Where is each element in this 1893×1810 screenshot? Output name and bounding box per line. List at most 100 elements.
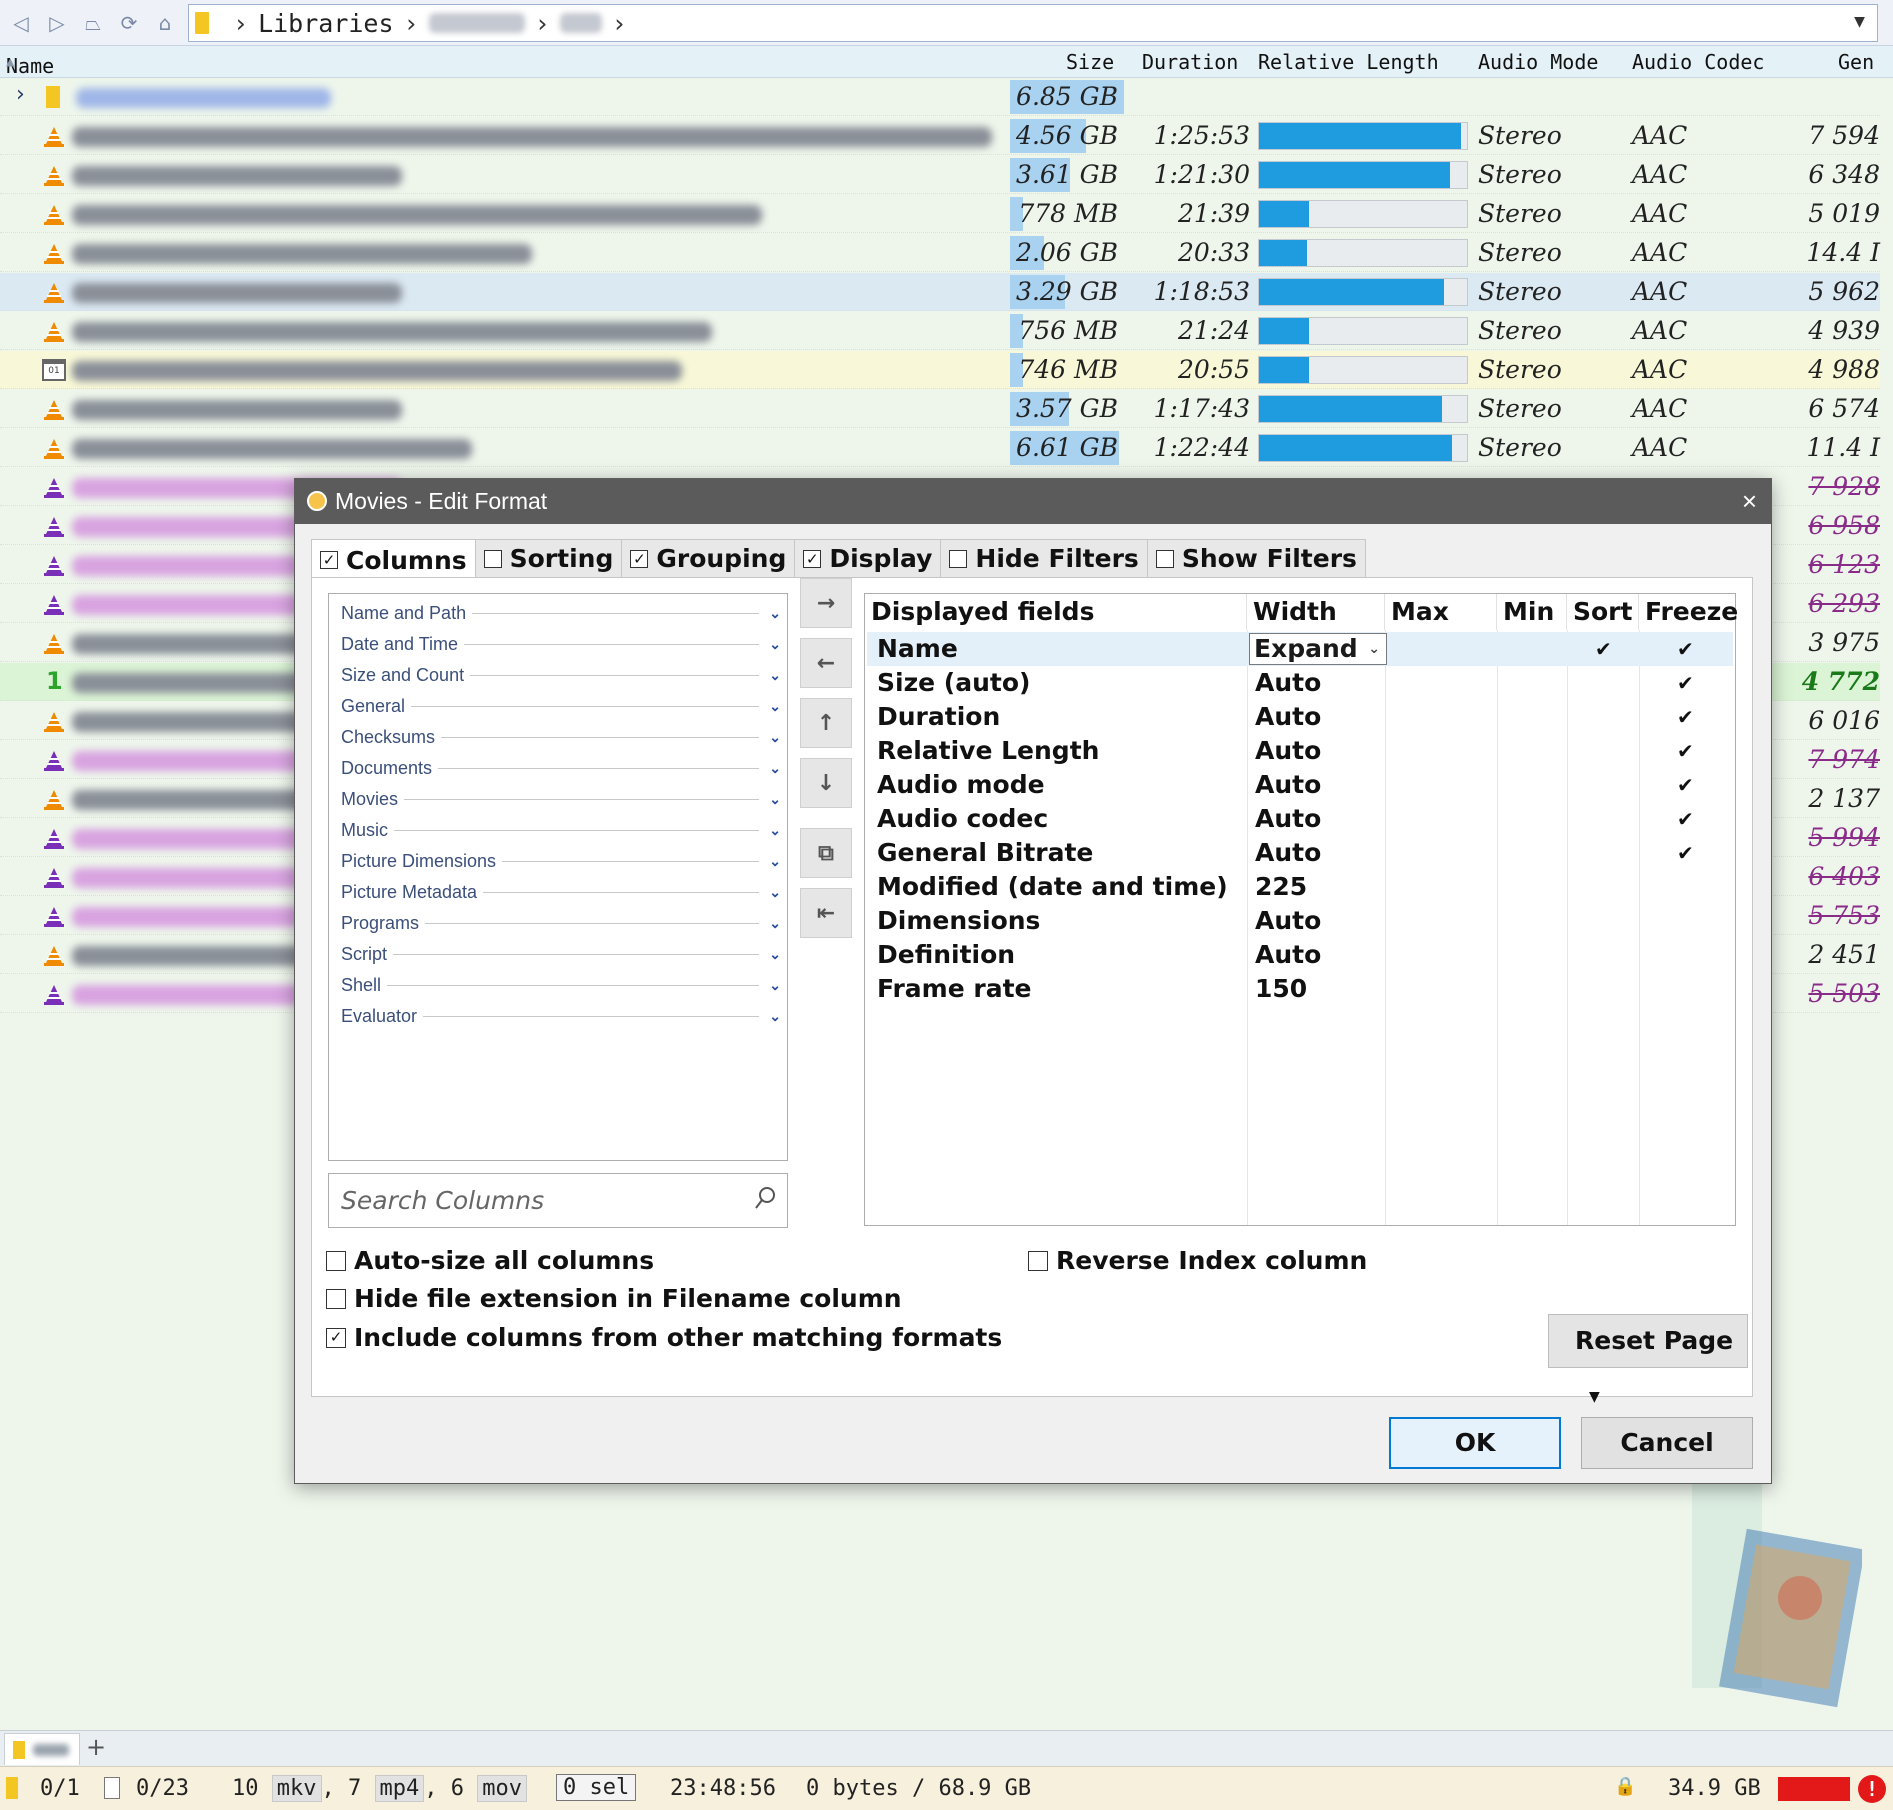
chevron-down-icon[interactable]: ⌄ (769, 884, 781, 901)
category-shell[interactable]: Shell ⌄ (341, 970, 781, 1000)
category-movies[interactable]: Movies ⌄ (341, 784, 781, 814)
expand-left-icon[interactable]: ⇤ (800, 888, 852, 938)
file-row[interactable]: 6.61 GB 1:22:44 Stereo AAC 11.4 I (0, 429, 1880, 467)
field-row[interactable]: Audio mode Auto ✔ (867, 768, 1733, 802)
file-row[interactable]: 01 746 MB 20:55 Stereo AAC 4 988 (0, 351, 1880, 389)
remove-left-icon[interactable]: ← (800, 638, 852, 688)
width-value[interactable]: Auto (1255, 904, 1321, 938)
width-value[interactable]: Auto (1255, 836, 1321, 870)
add-tab-icon[interactable]: + (86, 1733, 106, 1761)
field-row[interactable]: Duration Auto ✔ (867, 700, 1733, 734)
refresh-icon[interactable]: ⟳ (114, 8, 144, 38)
column-duration[interactable]: Duration (1142, 50, 1238, 74)
close-icon[interactable]: × (1742, 479, 1757, 524)
tab-show-filters[interactable]: Show Filters (1146, 539, 1366, 577)
back-icon[interactable]: ◁ (6, 8, 36, 38)
file-row[interactable]: 4.56 GB 1:25:53 Stereo AAC 7 594 (0, 117, 1880, 155)
selection-count[interactable]: 0 sel (556, 1774, 637, 1801)
folder-tab[interactable] (4, 1733, 80, 1765)
column-audio-codec[interactable]: Audio Codec (1632, 50, 1764, 74)
category-picture-metadata[interactable]: Picture Metadata ⌄ (341, 877, 781, 907)
width-value[interactable]: 150 (1255, 972, 1307, 1006)
tab-checkbox[interactable] (483, 549, 502, 568)
tab-sorting[interactable]: Sorting (474, 539, 623, 577)
file-row[interactable]: 2.06 GB 20:33 Stereo AAC 14.4 I (0, 234, 1880, 272)
field-row[interactable]: Frame rate 150 (867, 972, 1733, 1006)
column-relative-length[interactable]: Relative Length (1258, 50, 1439, 74)
breadcrumb-blurred-item[interactable] (559, 13, 602, 33)
freeze-check-icon[interactable]: ✔ (1677, 836, 1694, 870)
move-down-icon[interactable]: ↓ (800, 758, 852, 808)
file-name-blurred[interactable] (72, 400, 402, 420)
column-size[interactable]: Size (1066, 50, 1114, 74)
chevron-down-icon[interactable]: ⌄ (769, 977, 781, 994)
chevron-down-icon[interactable]: ⌄ (769, 605, 781, 622)
tab-checkbox[interactable] (949, 549, 968, 568)
chevron-down-icon[interactable]: ⌄ (1368, 634, 1380, 664)
add-right-icon[interactable]: → (800, 578, 852, 628)
category-picture-dimensions[interactable]: Picture Dimensions ⌄ (341, 846, 781, 876)
file-name-blurred[interactable] (72, 283, 402, 303)
field-row[interactable]: Relative Length Auto ✔ (867, 734, 1733, 768)
checkbox-box[interactable] (1028, 1250, 1048, 1271)
chevron-down-icon[interactable]: ⌄ (769, 915, 781, 932)
file-name-blurred[interactable] (72, 244, 532, 264)
field-row[interactable]: Definition Auto (867, 938, 1733, 972)
tab-checkbox[interactable]: ✓ (630, 549, 649, 568)
header-displayed-fields[interactable]: Displayed fields (865, 594, 1247, 630)
header-width[interactable]: Width (1247, 594, 1385, 630)
move-up-icon[interactable]: ↑ (800, 698, 852, 748)
file-row[interactable]: 756 MB 21:24 Stereo AAC 4 939 (0, 312, 1880, 350)
freeze-check-icon[interactable]: ✔ (1677, 666, 1694, 700)
header-sort[interactable]: Sort (1567, 594, 1639, 630)
home-icon[interactable]: ⌂ (150, 8, 180, 38)
chevron-down-icon[interactable]: ⌄ (769, 822, 781, 839)
file-name-blurred[interactable] (72, 205, 762, 225)
search-columns-input[interactable]: Search Columns (328, 1173, 788, 1228)
mkv-badge[interactable]: mkv (271, 1775, 322, 1802)
include-columns-checkbox[interactable]: ✓ Include columns from other matching fo… (326, 1323, 1002, 1352)
tab-checkbox[interactable]: ✓ (320, 551, 338, 569)
cancel-button[interactable]: Cancel (1581, 1417, 1753, 1469)
mov-badge[interactable]: mov (477, 1775, 527, 1802)
expand-chevron-icon[interactable]: › (16, 82, 25, 107)
width-value[interactable]: Auto (1255, 734, 1321, 768)
field-row[interactable]: Size (auto) Auto ✔ (867, 666, 1733, 700)
category-programs[interactable]: Programs ⌄ (341, 908, 781, 938)
search-icon[interactable] (755, 1186, 777, 1212)
chevron-down-icon[interactable]: ⌄ (769, 636, 781, 653)
column-general[interactable]: Gen (1838, 50, 1874, 74)
hide-extension-checkbox[interactable]: Hide file extension in Filename column (326, 1284, 902, 1313)
field-row[interactable]: Dimensions Auto (867, 904, 1733, 938)
tab-hide-filters[interactable]: Hide Filters (940, 539, 1148, 577)
chevron-down-icon[interactable]: ⌄ (769, 791, 781, 808)
folder-row[interactable]: › 6.85 GB (0, 78, 1880, 116)
file-name-blurred[interactable] (76, 88, 331, 108)
chevron-down-icon[interactable]: ⌄ (769, 946, 781, 963)
width-dropdown[interactable]: Expand ⌄ (1249, 633, 1387, 665)
chevron-down-icon[interactable]: ⌄ (769, 729, 781, 746)
category-script[interactable]: Script ⌄ (341, 939, 781, 969)
file-name-blurred[interactable] (72, 166, 402, 186)
freeze-check-icon[interactable]: ✔ (1677, 768, 1694, 802)
file-row[interactable]: 778 MB 21:39 Stereo AAC 5 019 (0, 195, 1880, 233)
file-name-blurred[interactable] (72, 361, 682, 381)
category-music[interactable]: Music ⌄ (341, 815, 781, 845)
dialog-titlebar[interactable]: Movies - Edit Format × (295, 479, 1771, 524)
tab-checkbox[interactable] (1155, 549, 1174, 568)
chevron-down-icon[interactable]: ⌄ (769, 1008, 781, 1025)
freeze-check-icon[interactable]: ✔ (1677, 632, 1694, 666)
file-name-blurred[interactable] (72, 439, 472, 459)
auto-size-checkbox[interactable]: Auto-size all columns (326, 1246, 654, 1275)
checkbox-box[interactable]: ✓ (326, 1327, 346, 1348)
file-name-blurred[interactable] (72, 322, 712, 342)
tab-checkbox[interactable]: ✓ (803, 549, 822, 568)
chevron-down-icon[interactable]: ⌄ (769, 853, 781, 870)
file-row[interactable]: 3.57 GB 1:17:43 Stereo AAC 6 574 (0, 390, 1880, 428)
width-value[interactable]: Auto (1255, 938, 1321, 972)
collapse-icon[interactable]: ⧉ (800, 828, 852, 878)
width-value[interactable]: Auto (1255, 768, 1321, 802)
width-value[interactable]: Auto (1255, 802, 1321, 836)
breadcrumb[interactable]: › Libraries › › › ▼ (188, 4, 1878, 42)
freeze-check-icon[interactable]: ✔ (1677, 802, 1694, 836)
